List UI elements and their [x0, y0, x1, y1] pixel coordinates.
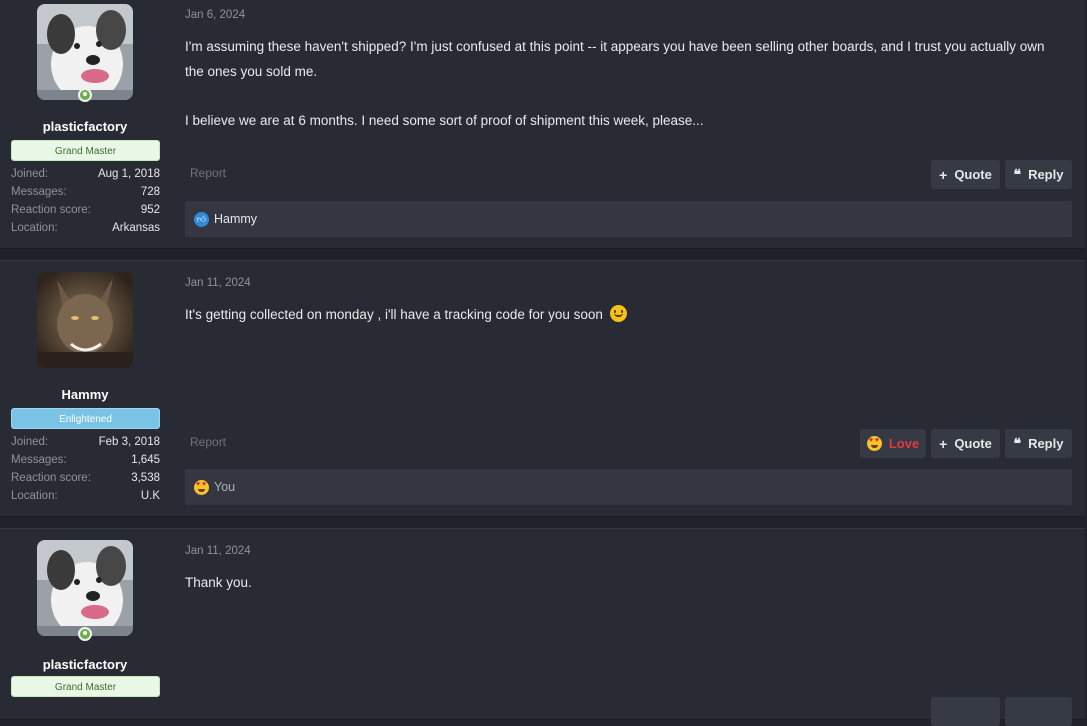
- post-body: Thank you.: [185, 570, 1065, 595]
- like-icon: 👍︎: [194, 211, 209, 227]
- post-body: It's getting collected on monday , i'll …: [185, 302, 1065, 327]
- user-rank-badge: Enlightened: [11, 408, 160, 429]
- quote-label: Quote: [954, 167, 992, 182]
- username[interactable]: plasticfactory: [10, 657, 160, 672]
- stat-value: 3,538: [131, 472, 160, 484]
- reply-label: Reply: [1028, 436, 1064, 451]
- stat-value: 952: [140, 204, 160, 216]
- stat-value[interactable]: 1,645: [131, 451, 160, 469]
- post: plasticfactory Grand Master Jan 11, 2024…: [0, 528, 1085, 726]
- stat-label: Joined:: [11, 168, 49, 180]
- avatar[interactable]: [37, 4, 133, 100]
- post: Hammy Enlightened Joined: Feb 3, 2018 Mes…: [0, 260, 1085, 517]
- reaction-users[interactable]: You: [214, 480, 235, 494]
- love-label: Love: [888, 436, 920, 451]
- username[interactable]: plasticfactory: [10, 119, 160, 134]
- avatar[interactable]: [37, 540, 133, 636]
- stat-value: Arkansas: [112, 222, 160, 234]
- stat-label: Location:: [11, 490, 58, 502]
- stat-label: Reaction score:: [11, 472, 91, 484]
- report-link[interactable]: Report: [190, 166, 226, 180]
- werewolf-avatar-image: [37, 272, 133, 368]
- user-rank-badge: Grand Master: [11, 140, 160, 161]
- plus-icon: +: [939, 435, 948, 452]
- report-link[interactable]: Report: [190, 435, 226, 449]
- user-rank-badge: Grand Master: [11, 676, 160, 697]
- quote-label: Quote: [954, 436, 992, 451]
- stat-label: Messages:: [11, 454, 67, 466]
- reply-button[interactable]: ❝ Reply: [1005, 429, 1072, 458]
- post-date[interactable]: Jan 6, 2024: [185, 9, 245, 21]
- post-paragraph: Thank you.: [185, 575, 252, 590]
- post-paragraph: It's getting collected on monday , i'll …: [185, 307, 603, 322]
- plus-icon: +: [939, 166, 948, 183]
- dog-avatar-image: [37, 4, 133, 100]
- reactions-bar[interactable]: 👍︎ Hammy: [185, 201, 1072, 237]
- post-date[interactable]: Jan 11, 2024: [185, 277, 251, 289]
- stat-label: Joined:: [11, 436, 49, 448]
- user-stats: Joined: Feb 3, 2018 Messages: 1,645 Reacti…: [11, 433, 160, 505]
- reactions-bar[interactable]: You: [185, 469, 1072, 505]
- stat-value: U.K: [140, 490, 160, 502]
- dog-avatar-image: [37, 540, 133, 636]
- reply-button[interactable]: [1005, 697, 1072, 726]
- stat-value: Feb 3, 2018: [98, 436, 160, 448]
- quote-marks-icon: ❝: [1013, 166, 1022, 182]
- reply-label: Reply: [1028, 167, 1064, 182]
- smiley-emoji-icon: [609, 305, 627, 322]
- post-paragraph: I'm assuming these haven't shipped? I'm …: [185, 39, 1045, 79]
- heart-eyes-emoji-icon: [866, 436, 882, 451]
- reply-button[interactable]: ❝ Reply: [1005, 160, 1072, 189]
- post-body: I'm assuming these haven't shipped? I'm …: [185, 34, 1065, 133]
- user-stats: Joined: Aug 1, 2018 Messages: 728 Reaction…: [11, 165, 160, 237]
- stat-label: Messages:: [11, 186, 67, 198]
- online-status-icon: [78, 627, 92, 641]
- stat-value[interactable]: 728: [141, 183, 160, 201]
- username[interactable]: Hammy: [10, 387, 160, 402]
- avatar[interactable]: [37, 272, 133, 368]
- quote-button[interactable]: + Quote: [931, 160, 1000, 189]
- love-reaction-button[interactable]: Love: [860, 429, 926, 458]
- stat-label: Location:: [11, 222, 58, 234]
- quote-marks-icon: ❝: [1013, 435, 1022, 451]
- reaction-users[interactable]: Hammy: [214, 212, 257, 226]
- stat-label: Reaction score:: [11, 204, 91, 216]
- post: plasticfactory Grand Master Joined: Aug 1…: [0, 0, 1085, 249]
- quote-button[interactable]: + Quote: [931, 429, 1000, 458]
- quote-button[interactable]: [931, 697, 1000, 726]
- stat-value: Aug 1, 2018: [97, 168, 160, 180]
- online-status-icon: [78, 88, 92, 102]
- heart-eyes-emoji-icon: [194, 479, 209, 495]
- post-paragraph: I believe we are at 6 months. I need som…: [185, 113, 704, 128]
- post-date[interactable]: Jan 11, 2024: [185, 545, 251, 557]
